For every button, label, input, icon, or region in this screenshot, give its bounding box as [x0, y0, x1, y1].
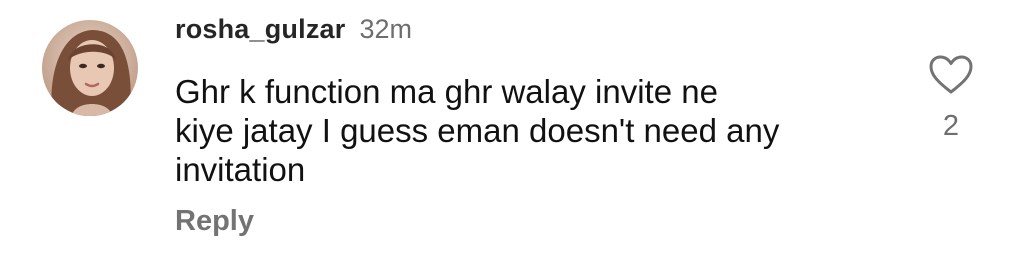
comment-text: Ghr k function ma ghr walay invite ne ki…	[175, 72, 875, 189]
comment-text-line: Ghr k function ma ghr walay invite ne	[175, 73, 718, 110]
comment-text-line: kiye jatay I guess eman doesn't need any	[175, 112, 780, 149]
like-count: 2	[942, 110, 960, 142]
reply-button[interactable]: Reply	[175, 205, 254, 238]
username-link[interactable]: rosha_gulzar	[175, 14, 345, 45]
timestamp: 32m	[359, 14, 412, 44]
comment-body: rosha_gulzar 32m Ghr k function ma ghr w…	[175, 14, 895, 238]
heart-outline-icon	[929, 55, 973, 94]
comment-item: rosha_gulzar 32m Ghr k function ma ghr w…	[0, 0, 1024, 262]
like-button[interactable]	[928, 54, 974, 96]
comment-meta: rosha_gulzar 32m	[175, 14, 895, 52]
avatar[interactable]	[42, 20, 138, 116]
comment-text-line: invitation	[175, 151, 306, 188]
